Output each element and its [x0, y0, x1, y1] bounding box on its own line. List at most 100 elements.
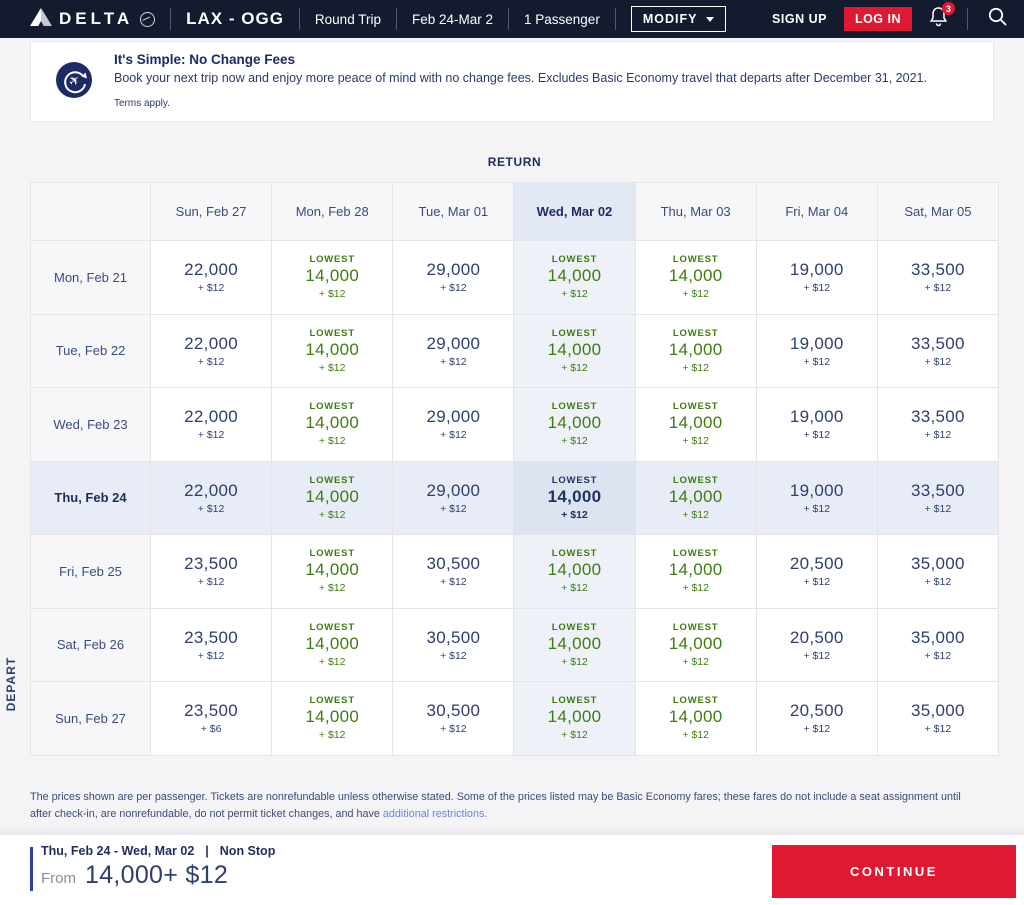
- return-date-header[interactable]: Thu, Mar 03: [635, 183, 757, 241]
- fee-value: + $12: [803, 502, 831, 515]
- miles-value: 23,500: [184, 701, 238, 721]
- fare-cell[interactable]: 30,500 + $12: [393, 608, 515, 682]
- fare-cell[interactable]: LOWEST 14,000 + $12: [272, 608, 394, 682]
- fare-cell[interactable]: 29,000 + $12: [393, 241, 515, 315]
- miles-value: 14,000: [668, 339, 723, 359]
- fare-cell[interactable]: 33,500 + $12: [877, 388, 999, 462]
- return-date-header[interactable]: Sat, Mar 05: [877, 183, 999, 241]
- fare-cell[interactable]: 22,000 + $12: [151, 461, 273, 535]
- fare-cell[interactable]: 23,500 + $6: [151, 682, 273, 756]
- depart-date-header[interactable]: Sat, Feb 26: [31, 608, 151, 682]
- depart-date-header[interactable]: Tue, Feb 22: [31, 314, 151, 388]
- depart-date-header[interactable]: Thu, Feb 24: [31, 461, 151, 535]
- fare-cell[interactable]: 30,500 + $12: [393, 682, 515, 756]
- fare-cell[interactable]: LOWEST 14,000 + $12: [635, 241, 757, 315]
- fare-cell[interactable]: 29,000 + $12: [393, 461, 515, 535]
- miles-value: 20,500: [789, 701, 844, 721]
- modify-button[interactable]: MODIFY: [630, 6, 727, 32]
- miles-value: 14,000: [547, 413, 602, 433]
- fare-cell[interactable]: LOWEST 14,000 + $12: [272, 535, 394, 609]
- fare-cell[interactable]: 20,500 + $12: [756, 608, 878, 682]
- fee-value: + $12: [682, 729, 709, 742]
- depart-date-header[interactable]: Mon, Feb 21: [31, 241, 151, 315]
- fare-cell[interactable]: LOWEST 14,000 + $12: [635, 608, 757, 682]
- fare-cell[interactable]: LOWEST 14,000 + $12: [635, 388, 757, 462]
- fee-value: + $12: [318, 655, 346, 668]
- miles-value: 33,500: [911, 407, 965, 427]
- fare-cell[interactable]: LOWEST 14,000 + $12: [272, 682, 394, 756]
- fee-value: + $12: [197, 502, 225, 515]
- fare-cell[interactable]: LOWEST 14,000 + $12: [514, 461, 636, 535]
- fare-cell[interactable]: 19,000 + $12: [756, 388, 878, 462]
- return-date-header[interactable]: Mon, Feb 28: [272, 183, 394, 241]
- trip-type-label[interactable]: Round Trip: [315, 12, 381, 27]
- passenger-count-label[interactable]: 1 Passenger: [524, 12, 600, 27]
- fare-cell[interactable]: 20,500 + $12: [756, 535, 878, 609]
- return-date-header[interactable]: Wed, Mar 02: [514, 183, 636, 241]
- return-date-header[interactable]: Tue, Mar 01: [393, 183, 515, 241]
- fee-value: + $12: [197, 429, 225, 442]
- fare-cell[interactable]: LOWEST 14,000 + $12: [514, 241, 636, 315]
- trip-dates-label[interactable]: Feb 24-Mar 2: [412, 12, 493, 27]
- summary-dates: Thu, Feb 24 - Wed, Mar 02: [41, 844, 195, 858]
- promo-terms[interactable]: Terms apply.: [114, 98, 927, 109]
- fare-cell[interactable]: 23,500 + $12: [151, 608, 273, 682]
- fare-cell[interactable]: LOWEST 14,000 + $12: [514, 608, 636, 682]
- return-date-header[interactable]: Fri, Mar 04: [756, 183, 878, 241]
- fare-cell[interactable]: 33,500 + $12: [877, 461, 999, 535]
- lowest-badge: LOWEST: [551, 474, 598, 486]
- fare-cell[interactable]: 35,000 + $12: [877, 608, 999, 682]
- fare-cell[interactable]: 29,000 + $12: [393, 388, 515, 462]
- fare-cell[interactable]: 33,500 + $12: [877, 314, 999, 388]
- lowest-badge: LOWEST: [551, 254, 598, 266]
- fare-cell[interactable]: 22,000 + $12: [151, 388, 273, 462]
- fare-cell[interactable]: LOWEST 14,000 + $12: [514, 314, 636, 388]
- delta-logo[interactable]: DELTA: [30, 7, 156, 31]
- fare-cell[interactable]: LOWEST 14,000 + $12: [635, 461, 757, 535]
- fare-cell[interactable]: 35,000 + $12: [877, 682, 999, 756]
- fare-cell[interactable]: 33,500 + $12: [877, 241, 999, 315]
- fare-cell[interactable]: LOWEST 14,000 + $12: [272, 461, 394, 535]
- fare-cell[interactable]: LOWEST 14,000 + $12: [635, 535, 757, 609]
- fare-cell[interactable]: LOWEST 14,000 + $12: [514, 388, 636, 462]
- additional-restrictions-link[interactable]: additional restrictions.: [383, 808, 487, 820]
- summary-accent-line: [30, 847, 33, 891]
- fare-cell[interactable]: LOWEST 14,000 + $12: [514, 682, 636, 756]
- depart-date-header[interactable]: Wed, Feb 23: [31, 388, 151, 462]
- fare-cell[interactable]: 22,000 + $12: [151, 241, 273, 315]
- fee-value: + $12: [682, 435, 709, 448]
- fare-cell[interactable]: 22,000 + $12: [151, 314, 273, 388]
- fare-cell[interactable]: 29,000 + $12: [393, 314, 515, 388]
- fare-cell[interactable]: 19,000 + $12: [756, 314, 878, 388]
- fare-cell[interactable]: 20,500 + $12: [756, 682, 878, 756]
- depart-date-header[interactable]: Fri, Feb 25: [31, 535, 151, 609]
- fare-cell[interactable]: 19,000 + $12: [756, 461, 878, 535]
- miles-value: 35,000: [911, 701, 965, 721]
- lowest-badge: LOWEST: [672, 695, 719, 707]
- route-label[interactable]: LAX - OGG: [186, 9, 284, 29]
- fare-cell[interactable]: 23,500 + $12: [151, 535, 273, 609]
- depart-date-header[interactable]: Sun, Feb 27: [31, 682, 151, 756]
- fare-cell[interactable]: 19,000 + $12: [756, 241, 878, 315]
- miles-value: 33,500: [911, 480, 965, 500]
- fee-value: + $12: [561, 435, 588, 448]
- fare-cell[interactable]: 35,000 + $12: [877, 535, 999, 609]
- notifications-button[interactable]: 3: [929, 2, 955, 32]
- fare-cell[interactable]: LOWEST 14,000 + $12: [272, 241, 394, 315]
- fare-cell[interactable]: LOWEST 14,000 + $12: [272, 388, 394, 462]
- fare-cell[interactable]: LOWEST 14,000 + $12: [272, 314, 394, 388]
- continue-button[interactable]: CONTINUE: [772, 845, 1016, 898]
- fare-cell[interactable]: LOWEST 14,000 + $12: [635, 682, 757, 756]
- sign-up-button[interactable]: SIGN UP: [772, 12, 827, 26]
- fare-cell[interactable]: LOWEST 14,000 + $12: [635, 314, 757, 388]
- fee-value: + $12: [682, 655, 709, 668]
- fare-cell[interactable]: LOWEST 14,000 + $12: [514, 535, 636, 609]
- log-in-button[interactable]: LOG IN: [843, 7, 912, 31]
- fee-value: + $12: [682, 361, 709, 374]
- fare-cell[interactable]: 30,500 + $12: [393, 535, 515, 609]
- return-date-header[interactable]: Sun, Feb 27: [151, 183, 273, 241]
- miles-value: 29,000: [426, 333, 481, 353]
- fee-value: + $12: [318, 508, 346, 521]
- lowest-badge: LOWEST: [309, 548, 355, 560]
- search-button[interactable]: [987, 6, 1008, 32]
